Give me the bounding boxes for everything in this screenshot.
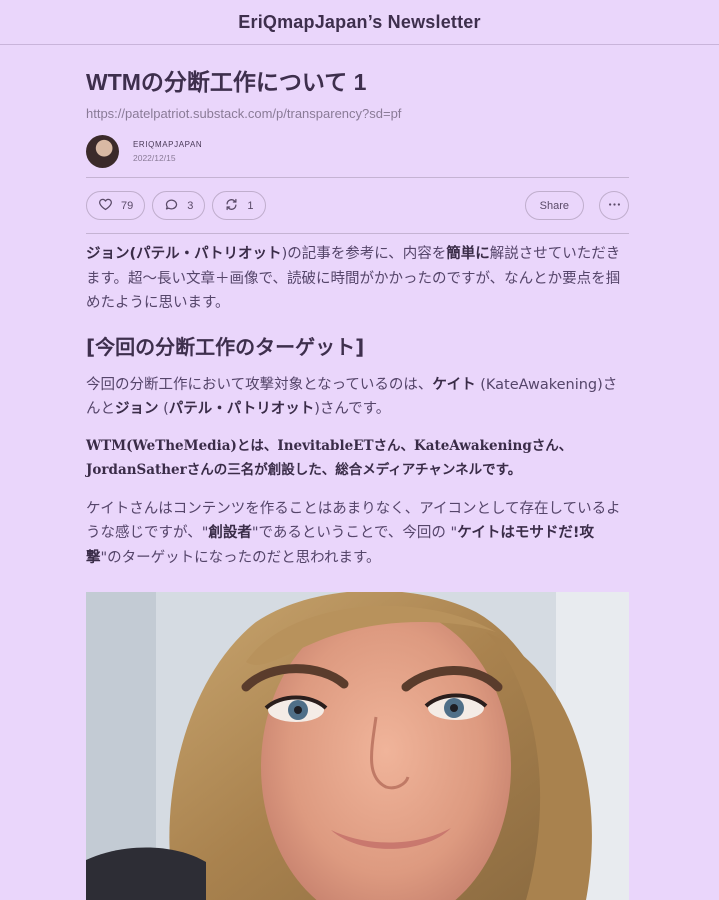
bold-john: ジョン [115, 401, 159, 417]
text-segment: ( [158, 401, 169, 417]
byline-text: ERIQMAPJAPAN 2022/12/15 [133, 140, 202, 163]
bold-simply: 簡単に [446, 246, 490, 262]
comment-icon [164, 197, 179, 215]
newsletter-title[interactable]: EriQmapJapan’s Newsletter [238, 12, 480, 33]
like-button[interactable]: 79 [86, 191, 146, 220]
byline: ERIQMAPJAPAN 2022/12/15 [86, 134, 629, 168]
post-title: WTMの分断工作について 1 [86, 69, 367, 95]
restack-count: 1 [247, 199, 254, 212]
bold-founder: 創設者 [208, 525, 252, 541]
post-content: WTMの分断工作について 1 https://patelpatriot.subs… [86, 45, 629, 570]
bold-patel-patriot: パテル・パトリオット [168, 401, 315, 417]
comment-button[interactable]: 3 [152, 191, 206, 220]
bold-john: ジョン [86, 246, 130, 262]
restack-button[interactable]: 1 [212, 191, 266, 220]
text-segment: )さんです。 [314, 401, 391, 417]
comment-count: 3 [187, 199, 194, 212]
more-icon [607, 197, 622, 215]
author-name[interactable]: ERIQMAPJAPAN [133, 140, 202, 149]
bold-kate: ケイト [432, 376, 476, 393]
share-button[interactable]: Share [524, 191, 584, 220]
like-count: 79 [121, 199, 134, 212]
text-segment: "であるということで、今回の " [251, 525, 458, 541]
paragraph-kate: ケイトさんはコンテンツを作ることはあまりなく、アイコンとして存在しているような感… [86, 497, 629, 571]
portrait-image [86, 592, 629, 900]
divider-bottom [86, 233, 629, 234]
more-options-button[interactable] [599, 191, 629, 220]
paragraph-targets: 今回の分断工作において攻撃対象となっているのは、ケイト (KateAwakeni… [86, 373, 629, 422]
section-heading: [今回の分断工作のターゲット] [86, 334, 365, 359]
newsletter-header: EriQmapJapan’s Newsletter [0, 0, 719, 45]
paragraph-intro: ジョン(パテル・パトリオット)の記事を参考に、内容を簡単に解説させていただきます… [86, 242, 629, 316]
text-segment: 今回の分断工作において攻撃対象となっているのは、 [86, 376, 433, 393]
avatar[interactable] [86, 134, 119, 168]
post-date: 2022/12/15 [133, 152, 176, 163]
action-bar: 79 3 1 Share [86, 178, 629, 233]
restack-icon [224, 197, 239, 215]
heart-icon [98, 197, 113, 215]
bold-patel-patriot: (パテル・パトリオット [129, 246, 282, 262]
source-url[interactable]: https://patelpatriot.substack.com/p/tran… [86, 106, 629, 121]
paragraph-wtm: WTM(WeTheMedia)とは、InevitableETさん、KateAwa… [86, 437, 573, 479]
text-segment: )の記事を参考に、内容を [281, 246, 447, 262]
portrait-photo[interactable] [86, 592, 629, 900]
text-segment: "のターゲットになったのだと思われます。 [100, 549, 381, 566]
